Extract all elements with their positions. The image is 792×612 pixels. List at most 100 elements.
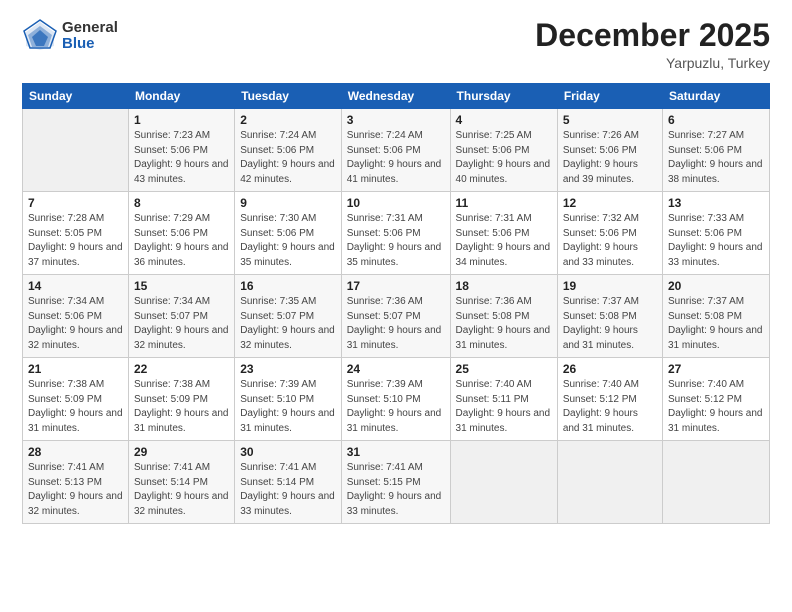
day-number: 10 <box>347 196 445 210</box>
month-title: December 2025 <box>535 18 770 53</box>
calendar-day-cell: 9 Sunrise: 7:30 AMSunset: 5:06 PMDaylight… <box>235 192 342 275</box>
day-number: 14 <box>28 279 123 293</box>
logo-text: General Blue <box>62 20 118 53</box>
calendar-day-cell <box>450 441 557 524</box>
weekday-header: Wednesday <box>341 84 450 109</box>
day-number: 26 <box>563 362 657 376</box>
calendar-day-cell: 7 Sunrise: 7:28 AMSunset: 5:05 PMDaylight… <box>23 192 129 275</box>
day-info: Sunrise: 7:34 AMSunset: 5:07 PMDaylight:… <box>134 295 229 353</box>
day-info: Sunrise: 7:33 AMSunset: 5:06 PMDaylight:… <box>668 212 764 270</box>
logo-blue-text: Blue <box>62 36 118 53</box>
day-number: 1 <box>134 113 229 127</box>
page: General Blue December 2025 Yarpuzlu, Tur… <box>0 0 792 612</box>
day-info: Sunrise: 7:36 AMSunset: 5:07 PMDaylight:… <box>347 295 445 353</box>
day-number: 28 <box>28 445 123 459</box>
calendar-day-cell: 4Sunrise: 7:25 AMSunset: 5:06 PMDaylight… <box>450 109 557 192</box>
day-number: 2 <box>240 113 336 127</box>
weekday-header: Friday <box>557 84 662 109</box>
day-info: Sunrise: 7:28 AMSunset: 5:05 PMDaylight:… <box>28 212 123 270</box>
calendar-day-cell: 30 Sunrise: 7:41 AMSunset: 5:14 PMDayligh… <box>235 441 342 524</box>
day-info: Sunrise: 7:32 AMSunset: 5:06 PMDaylight:… <box>563 212 657 270</box>
calendar-day-cell: 24 Sunrise: 7:39 AMSunset: 5:10 PMDayligh… <box>341 358 450 441</box>
day-number: 3 <box>347 113 445 127</box>
day-info: Sunrise: 7:25 AMSunset: 5:06 PMDaylight:… <box>456 129 552 187</box>
day-info: Sunrise: 7:30 AMSunset: 5:06 PMDaylight:… <box>240 212 336 270</box>
day-info: Sunrise: 7:36 AMSunset: 5:08 PMDaylight:… <box>456 295 552 353</box>
day-number: 11 <box>456 196 552 210</box>
day-info: Sunrise: 7:27 AMSunset: 5:06 PMDaylight:… <box>668 129 764 187</box>
calendar-day-cell: 5Sunrise: 7:26 AMSunset: 5:06 PMDaylight… <box>557 109 662 192</box>
day-number: 7 <box>28 196 123 210</box>
calendar-day-cell: 27 Sunrise: 7:40 AMSunset: 5:12 PMDayligh… <box>662 358 769 441</box>
calendar-day-cell: 31Sunrise: 7:41 AMSunset: 5:15 PMDayligh… <box>341 441 450 524</box>
weekday-header: Thursday <box>450 84 557 109</box>
day-info: Sunrise: 7:24 AMSunset: 5:06 PMDaylight:… <box>240 129 336 187</box>
calendar-day-cell: 26 Sunrise: 7:40 AMSunset: 5:12 PMDayligh… <box>557 358 662 441</box>
day-info: Sunrise: 7:40 AMSunset: 5:12 PMDaylight:… <box>668 378 764 436</box>
calendar-day-cell: 6 Sunrise: 7:27 AMSunset: 5:06 PMDaylight… <box>662 109 769 192</box>
day-info: Sunrise: 7:41 AMSunset: 5:15 PMDaylight:… <box>347 461 445 519</box>
day-info: Sunrise: 7:37 AMSunset: 5:08 PMDaylight:… <box>668 295 764 353</box>
location-subtitle: Yarpuzlu, Turkey <box>535 55 770 71</box>
day-info: Sunrise: 7:23 AMSunset: 5:06 PMDaylight:… <box>134 129 229 187</box>
day-info: Sunrise: 7:34 AMSunset: 5:06 PMDaylight:… <box>28 295 123 353</box>
calendar-day-cell: 10 Sunrise: 7:31 AMSunset: 5:06 PMDayligh… <box>341 192 450 275</box>
calendar-day-cell: 8 Sunrise: 7:29 AMSunset: 5:06 PMDaylight… <box>128 192 234 275</box>
calendar-day-cell <box>662 441 769 524</box>
calendar-week-row: 28Sunrise: 7:41 AMSunset: 5:13 PMDayligh… <box>23 441 770 524</box>
day-info: Sunrise: 7:41 AMSunset: 5:14 PMDaylight:… <box>134 461 229 519</box>
calendar-day-cell: 19Sunrise: 7:37 AMSunset: 5:08 PMDayligh… <box>557 275 662 358</box>
calendar-day-cell: 17Sunrise: 7:36 AMSunset: 5:07 PMDayligh… <box>341 275 450 358</box>
day-number: 20 <box>668 279 764 293</box>
calendar-day-cell: 1 Sunrise: 7:23 AMSunset: 5:06 PMDaylight… <box>128 109 234 192</box>
weekday-header: Tuesday <box>235 84 342 109</box>
day-number: 21 <box>28 362 123 376</box>
day-number: 8 <box>134 196 229 210</box>
calendar-day-cell: 20 Sunrise: 7:37 AMSunset: 5:08 PMDayligh… <box>662 275 769 358</box>
calendar-day-cell: 28Sunrise: 7:41 AMSunset: 5:13 PMDayligh… <box>23 441 129 524</box>
calendar-day-cell: 29 Sunrise: 7:41 AMSunset: 5:14 PMDayligh… <box>128 441 234 524</box>
calendar-day-cell: 12Sunrise: 7:32 AMSunset: 5:06 PMDayligh… <box>557 192 662 275</box>
calendar-week-row: 7 Sunrise: 7:28 AMSunset: 5:05 PMDaylight… <box>23 192 770 275</box>
calendar-week-row: 14 Sunrise: 7:34 AMSunset: 5:06 PMDayligh… <box>23 275 770 358</box>
calendar-day-cell: 22Sunrise: 7:38 AMSunset: 5:09 PMDayligh… <box>128 358 234 441</box>
weekday-header: Sunday <box>23 84 129 109</box>
day-number: 29 <box>134 445 229 459</box>
day-number: 24 <box>347 362 445 376</box>
logo-icon <box>22 18 58 54</box>
day-info: Sunrise: 7:39 AMSunset: 5:10 PMDaylight:… <box>240 378 336 436</box>
day-number: 22 <box>134 362 229 376</box>
day-info: Sunrise: 7:40 AMSunset: 5:12 PMDaylight:… <box>563 378 657 436</box>
calendar-day-cell: 13Sunrise: 7:33 AMSunset: 5:06 PMDayligh… <box>662 192 769 275</box>
calendar-day-cell <box>557 441 662 524</box>
calendar-day-cell <box>23 109 129 192</box>
day-number: 30 <box>240 445 336 459</box>
day-info: Sunrise: 7:29 AMSunset: 5:06 PMDaylight:… <box>134 212 229 270</box>
calendar-day-cell: 2 Sunrise: 7:24 AMSunset: 5:06 PMDaylight… <box>235 109 342 192</box>
calendar-day-cell: 14 Sunrise: 7:34 AMSunset: 5:06 PMDayligh… <box>23 275 129 358</box>
day-number: 23 <box>240 362 336 376</box>
logo: General Blue <box>22 18 118 54</box>
day-number: 25 <box>456 362 552 376</box>
day-number: 27 <box>668 362 764 376</box>
day-info: Sunrise: 7:35 AMSunset: 5:07 PMDaylight:… <box>240 295 336 353</box>
calendar-day-cell: 15 Sunrise: 7:34 AMSunset: 5:07 PMDayligh… <box>128 275 234 358</box>
day-number: 19 <box>563 279 657 293</box>
day-number: 15 <box>134 279 229 293</box>
day-number: 6 <box>668 113 764 127</box>
calendar-day-cell: 11Sunrise: 7:31 AMSunset: 5:06 PMDayligh… <box>450 192 557 275</box>
day-info: Sunrise: 7:26 AMSunset: 5:06 PMDaylight:… <box>563 129 657 187</box>
calendar-day-cell: 3 Sunrise: 7:24 AMSunset: 5:06 PMDaylight… <box>341 109 450 192</box>
day-info: Sunrise: 7:41 AMSunset: 5:14 PMDaylight:… <box>240 461 336 519</box>
day-info: Sunrise: 7:24 AMSunset: 5:06 PMDaylight:… <box>347 129 445 187</box>
calendar-day-cell: 23 Sunrise: 7:39 AMSunset: 5:10 PMDayligh… <box>235 358 342 441</box>
day-number: 18 <box>456 279 552 293</box>
day-info: Sunrise: 7:38 AMSunset: 5:09 PMDaylight:… <box>28 378 123 436</box>
header: General Blue December 2025 Yarpuzlu, Tur… <box>22 18 770 71</box>
day-number: 9 <box>240 196 336 210</box>
calendar-week-row: 1 Sunrise: 7:23 AMSunset: 5:06 PMDaylight… <box>23 109 770 192</box>
weekday-header: Saturday <box>662 84 769 109</box>
day-info: Sunrise: 7:31 AMSunset: 5:06 PMDaylight:… <box>347 212 445 270</box>
calendar-header-row: SundayMondayTuesdayWednesdayThursdayFrid… <box>23 84 770 109</box>
day-info: Sunrise: 7:39 AMSunset: 5:10 PMDaylight:… <box>347 378 445 436</box>
